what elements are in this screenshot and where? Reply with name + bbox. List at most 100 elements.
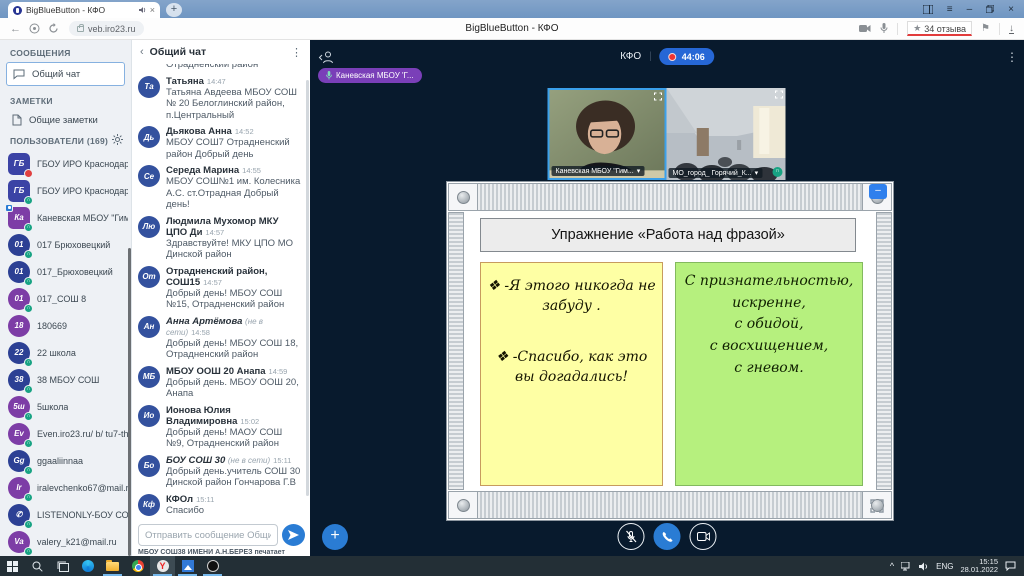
recording-indicator[interactable]: 44:06 [660, 48, 714, 65]
taskbar-yandex-button[interactable]: Y [150, 556, 175, 576]
hidden-icons-chevron[interactable]: ^ [890, 561, 894, 571]
edge-icon [82, 560, 94, 572]
user-list-item[interactable]: Ка∩ Каневская МБОУ "Гимназия" [0, 204, 128, 231]
windows-taskbar: Y ^ ENG 15:15 28.01.2022 [0, 556, 1024, 576]
chat-message: Бо БОУ СОШ 30 (не в сети)15:11 Добрый де… [138, 455, 302, 489]
taskbar-explorer-button[interactable] [100, 556, 125, 576]
send-message-button[interactable] [282, 524, 305, 546]
actions-plus-button[interactable]: + [322, 524, 348, 550]
back-icon[interactable]: ← [10, 23, 21, 35]
headphones-badge-icon: ∩ [24, 277, 33, 286]
mic-permission-icon[interactable] [880, 23, 888, 34]
slide-title: Упражнение «Работа над фразой» [480, 218, 856, 252]
taskbar-photos-button[interactable] [175, 556, 200, 576]
camera-permission-icon[interactable] [859, 24, 871, 33]
action-center-icon[interactable] [1005, 561, 1016, 571]
user-list-item[interactable]: Ir∩ iralevchenko67@mail.ru [0, 474, 128, 501]
user-list-item[interactable]: 01∩ 017_СОШ 8 [0, 285, 128, 312]
mic-muted-badge-icon [24, 169, 33, 178]
chat-avatar: Та [138, 76, 160, 98]
unmute-button[interactable] [618, 523, 645, 550]
chat-bubble-icon [13, 69, 25, 80]
user-list-item[interactable]: 38∩ 38 МБОУ СОШ [0, 366, 128, 393]
start-button[interactable] [0, 556, 25, 576]
chevron-down-icon[interactable]: ▾ [755, 169, 759, 177]
taskbar-search-button[interactable] [25, 556, 50, 576]
user-list-item[interactable]: Gg∩ ggaaliinnaa [0, 447, 128, 474]
user-list-item[interactable]: 5ш∩ 5школа [0, 393, 128, 420]
tab-audio-icon[interactable] [138, 6, 146, 14]
taskbar-edge-button[interactable] [75, 556, 100, 576]
chat-scrollbar[interactable] [306, 80, 309, 496]
chat-options-icon[interactable]: ⋮ [291, 46, 302, 59]
video-tile-classroom[interactable]: МО_город_ Горячий_К...▾ ∩ [667, 88, 786, 180]
chat-avatar: Бо [138, 455, 160, 477]
user-avatar: 01∩ [8, 261, 30, 283]
userlist-toggle-icon [318, 50, 334, 64]
extension-reviews-badge[interactable]: ★ 34 отзыва [907, 21, 972, 36]
leave-audio-button[interactable] [654, 523, 681, 550]
slide-green-line: с обидой, [676, 314, 862, 336]
volume-icon[interactable] [919, 562, 929, 571]
language-indicator[interactable]: ENG [936, 562, 953, 571]
sidebar-item-public-chat[interactable]: Общий чат [6, 62, 125, 86]
chat-collapse-icon[interactable]: ‹ [140, 46, 144, 58]
bookmark-icon[interactable]: ⚑ [981, 23, 990, 34]
hide-userlist-button[interactable] [318, 50, 334, 64]
user-list-item[interactable]: Ev∩ Even.iro23.ru/ b/ tu7-thp [0, 420, 128, 447]
video-tile-speaker[interactable]: Каневская МБОУ "Гим...▾ [548, 88, 667, 180]
star-icon: ★ [913, 23, 921, 34]
protect-icon[interactable] [29, 23, 40, 34]
tab-close-icon[interactable]: × [150, 5, 155, 15]
user-list-item[interactable]: Va∩ valery_k21@mail.ru [0, 528, 128, 555]
fullscreen-icon[interactable] [654, 92, 663, 101]
meeting-options-icon[interactable]: ⋮ [1006, 50, 1018, 64]
browser-tab[interactable]: BigBlueButton - КФО × [8, 2, 160, 18]
minimize-presentation-button[interactable]: – [869, 184, 887, 199]
manage-users-gear-icon[interactable] [112, 134, 123, 145]
presentation-slide[interactable]: Упражнение «Работа над фразой» ❖ -Я этог… [447, 182, 893, 520]
sidebar-item-shared-notes[interactable]: Общие заметки [6, 108, 125, 132]
presentation-fullscreen-icon[interactable] [870, 499, 884, 518]
side-panel-icon[interactable] [923, 5, 933, 14]
taskbar-obs-button[interactable] [200, 556, 225, 576]
user-list-item[interactable]: ГБ∩ ГБОУ ИРО Краснодарского ... [0, 177, 128, 204]
chat-message-input[interactable] [138, 524, 278, 546]
chat-message: Се Середа Марина14:55 МБОУ СОШ№1 им. Кол… [138, 165, 302, 211]
window-close-icon[interactable]: × [1008, 4, 1014, 15]
user-list-item[interactable]: 22∩ 22 школа [0, 339, 128, 366]
window-minimize-icon[interactable]: – [967, 4, 973, 15]
left-sidebar: СООБЩЕНИЯ Общий чат ЗАМЕТКИ Общие заметк… [0, 40, 131, 556]
task-view-button[interactable] [50, 556, 75, 576]
taskbar-chrome-button[interactable] [125, 556, 150, 576]
user-list-item[interactable]: 01∩ 017_Брюховецкий [0, 258, 128, 285]
messages-header: СООБЩЕНИЯ [10, 48, 71, 58]
user-list-item[interactable]: 18 180669 [0, 312, 128, 339]
chat-message: МБ МБОУ ООШ 20 Анапа14:59 Добрый день. М… [138, 366, 302, 400]
user-list-item[interactable]: ✆∩ LISTENONLY-БОУ СОШ 31 Со... [0, 501, 128, 528]
browser-menu-icon[interactable]: ≡ [947, 4, 953, 15]
new-tab-button[interactable]: + [166, 3, 182, 17]
user-list-item[interactable]: 01∩ 017 Брюховецкий [0, 231, 128, 258]
chevron-down-icon[interactable]: ▾ [637, 167, 641, 175]
user-list-item[interactable]: ГБ ГБОУ ИРО Краснодарск...(Вы) [0, 150, 128, 177]
slide-yellow-box: ❖ -Я этого никогда не забуду . ❖ -Спасиб… [480, 262, 663, 486]
network-icon[interactable] [901, 562, 912, 571]
headphones-badge-icon: ∩ [24, 412, 33, 421]
chat-avatar: Се [138, 165, 160, 187]
slide-green-box: С признательностью, искренне, с обидой, … [675, 262, 863, 486]
lock-icon [77, 26, 84, 32]
address-bar[interactable]: veb.iro23.ru [69, 21, 144, 36]
slide-yellow-item: ❖ -Спасибо, как это вы догадались! [487, 348, 656, 387]
window-restore-icon[interactable] [986, 5, 994, 13]
downloads-icon[interactable]: ↓ [1009, 24, 1014, 34]
talking-indicator[interactable]: Каневская МБОУ 'Г... [318, 68, 422, 83]
taskbar-clock[interactable]: 15:15 28.01.2022 [960, 558, 998, 575]
chat-message: От Отрадненский район, СОШ1514:57 Добрый… [138, 266, 302, 311]
webcam-video-woman [550, 90, 665, 178]
fullscreen-icon[interactable] [775, 90, 784, 99]
reload-icon[interactable] [48, 23, 59, 34]
headphones-badge-icon: ∩ [24, 223, 33, 232]
user-avatar: 18 [8, 315, 30, 337]
share-webcam-button[interactable] [690, 523, 717, 550]
